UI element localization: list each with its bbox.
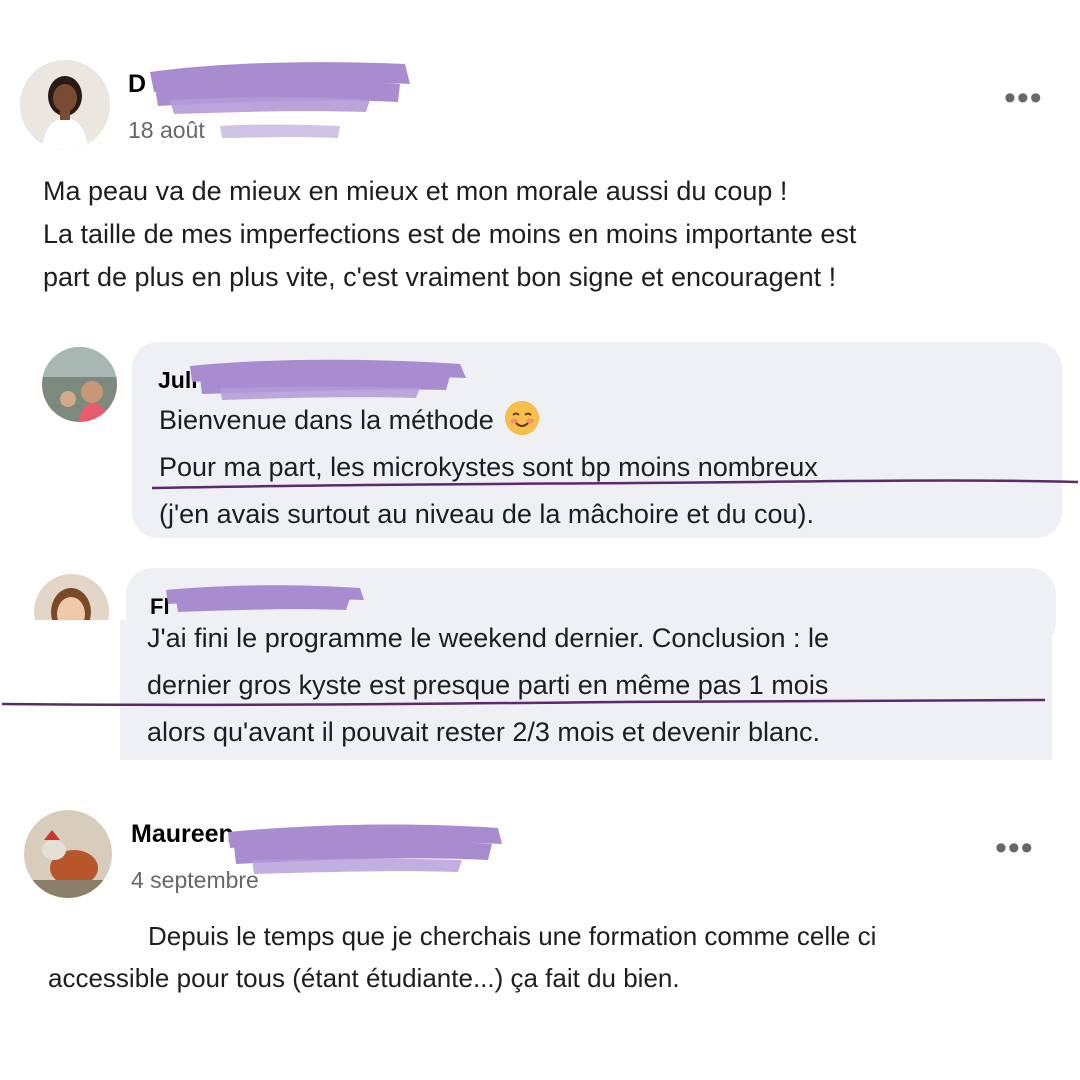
post1-text-line: part de plus en plus vite, c'est vraimen… (43, 262, 837, 292)
post2-avatar[interactable] (24, 810, 112, 898)
reply2-text-line: alors qu'avant il pouvait rester 2/3 moi… (147, 717, 821, 747)
post2-text: Depuis le temps que je cherchais une for… (48, 915, 876, 999)
reply1-text-line: Pour ma part, les microkystes sont bp mo… (159, 452, 818, 482)
post2-more-options-icon[interactable]: ••• (995, 831, 1034, 865)
post1-avatar[interactable] (20, 60, 110, 150)
post1-date[interactable]: 18 août (128, 117, 205, 144)
reply1-avatar[interactable] (42, 347, 117, 422)
reply1-text: Bienvenue dans la méthode Pour ma part, … (159, 397, 818, 538)
reply1-text-line: (j'en avais surtout au niveau de la mâch… (159, 499, 815, 529)
post2-date[interactable]: 4 septembre (131, 867, 259, 894)
post2-text-line: Depuis le temps que je cherchais une for… (148, 921, 877, 951)
reply2-crop-strip (0, 620, 120, 660)
post1-text-line: Ma peau va de mieux en mieux et mon mora… (43, 176, 788, 206)
reply1-text-line: Bienvenue dans la méthode (159, 405, 494, 435)
post2-text-line: accessible pour tous (étant étudiante...… (48, 963, 680, 993)
reply2-text-line: J'ai fini le programme le weekend dernie… (147, 623, 830, 653)
post1-text: Ma peau va de mieux en mieux et mon mora… (43, 170, 856, 299)
post1-author-name[interactable]: D (128, 70, 146, 99)
post2-name-redaction (228, 824, 502, 874)
post1-more-options-icon[interactable]: ••• (1004, 81, 1043, 115)
post1-text-line: La taille de mes imperfections est de mo… (43, 219, 857, 249)
person-icon (20, 60, 110, 150)
reply1-author-name[interactable]: Juli (158, 367, 198, 394)
person-icon (24, 810, 112, 898)
reply2-text-line: dernier gros kyste est presque parti en … (147, 670, 829, 700)
reply2-text: J'ai fini le programme le weekend dernie… (147, 615, 829, 756)
person-icon (42, 347, 117, 422)
post2-author-name[interactable]: Maureen (131, 820, 234, 849)
smiling-face-emoji-icon (505, 401, 540, 435)
